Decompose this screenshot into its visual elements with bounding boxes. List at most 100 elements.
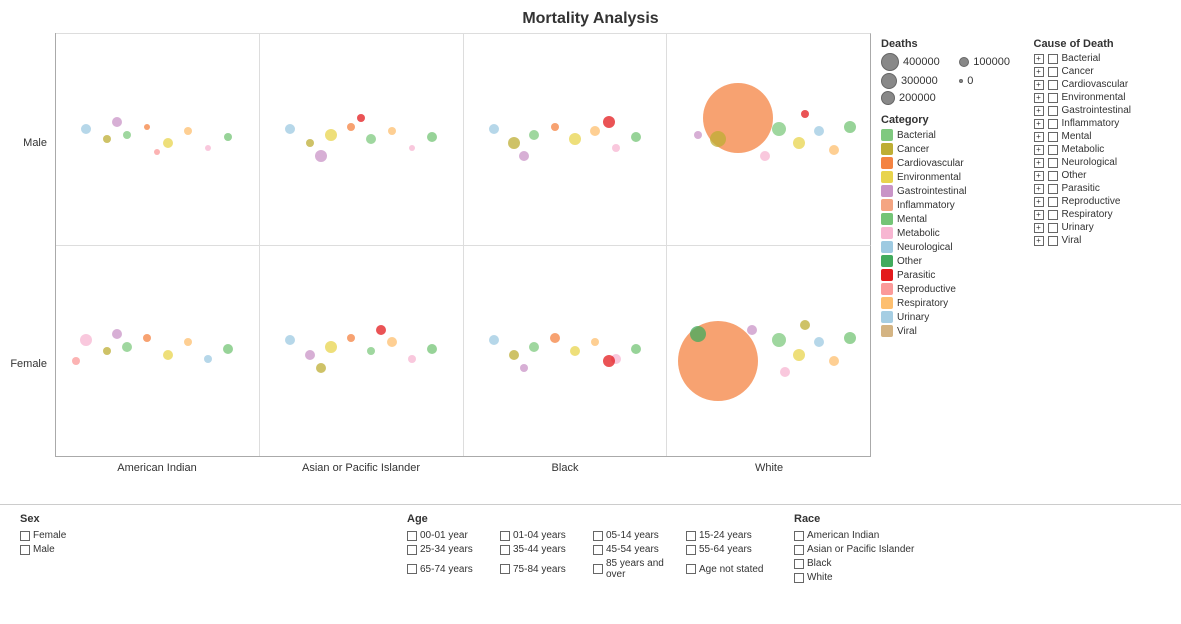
category-swatch: [881, 185, 893, 197]
race-filter-item[interactable]: American Indian: [794, 530, 1161, 541]
age-checkbox[interactable]: [407, 531, 417, 541]
age-filter-item[interactable]: 85 years and over: [593, 558, 681, 580]
checkbox-icon[interactable]: [1048, 210, 1058, 220]
category-legend-item: Mental: [881, 213, 1024, 225]
race-checkbox[interactable]: [794, 559, 804, 569]
expand-icon[interactable]: +: [1034, 145, 1044, 155]
data-dot: [366, 134, 376, 144]
category-legend-item: Urinary: [881, 311, 1024, 323]
cause-label: Mental: [1062, 131, 1092, 142]
category-legend-item: Respiratory: [881, 297, 1024, 309]
race-filter-item[interactable]: Asian or Pacific Islander: [794, 544, 1161, 555]
category-label: Inflammatory: [897, 200, 955, 211]
cause-label: Bacterial: [1062, 53, 1101, 64]
race-checkbox[interactable]: [794, 531, 804, 541]
age-checkbox[interactable]: [686, 564, 696, 574]
checkbox-icon[interactable]: [1048, 119, 1058, 129]
checkbox-icon[interactable]: [1048, 106, 1058, 116]
age-checkbox[interactable]: [407, 545, 417, 555]
y-axis-labels: Male Female: [0, 33, 55, 474]
category-legend-item: Metabolic: [881, 227, 1024, 239]
checkbox-icon[interactable]: [1048, 132, 1058, 142]
data-dot: [163, 350, 173, 360]
size-label-100k: 100000: [973, 56, 1010, 68]
main-area: Male Female American Indian Asian or Pac…: [0, 33, 1181, 504]
age-filter-item[interactable]: 05-14 years: [593, 530, 681, 541]
size-circle-400k: [881, 53, 899, 71]
age-filter-item[interactable]: 65-74 years: [407, 558, 495, 580]
data-dot: [814, 337, 824, 347]
expand-icon[interactable]: +: [1034, 184, 1044, 194]
expand-icon[interactable]: +: [1034, 67, 1044, 77]
sex-filter-item[interactable]: Male: [20, 544, 387, 555]
age-checkbox[interactable]: [500, 545, 510, 555]
age-filter-item[interactable]: 25-34 years: [407, 544, 495, 555]
bottom-panel: Sex FemaleMale Age 00-01 year01-04 years…: [0, 504, 1181, 624]
checkbox-icon[interactable]: [1048, 184, 1058, 194]
sex-checkbox[interactable]: [20, 545, 30, 555]
age-checkbox[interactable]: [593, 564, 603, 574]
checkbox-icon[interactable]: [1048, 54, 1058, 64]
age-filter-item[interactable]: 55-64 years: [686, 544, 774, 555]
checkbox-icon[interactable]: [1048, 145, 1058, 155]
age-filter-item[interactable]: 45-54 years: [593, 544, 681, 555]
expand-icon[interactable]: +: [1034, 236, 1044, 246]
age-filter-item[interactable]: 15-24 years: [686, 530, 774, 541]
age-filter-item[interactable]: 01-04 years: [500, 530, 588, 541]
age-checkbox[interactable]: [593, 531, 603, 541]
age-checkbox[interactable]: [593, 545, 603, 555]
data-dot: [520, 364, 528, 372]
checkbox-icon[interactable]: [1048, 93, 1058, 103]
cause-legend-item: +Neurological: [1034, 157, 1177, 168]
data-dot: [376, 325, 386, 335]
race-checkbox[interactable]: [794, 573, 804, 583]
data-dot: [143, 334, 151, 342]
expand-icon[interactable]: +: [1034, 93, 1044, 103]
race-filter-group: Race American IndianAsian or Pacific Isl…: [784, 513, 1171, 616]
expand-icon[interactable]: +: [1034, 197, 1044, 207]
expand-icon[interactable]: +: [1034, 171, 1044, 181]
sex-checkbox[interactable]: [20, 531, 30, 541]
data-dot: [123, 131, 131, 139]
expand-icon[interactable]: +: [1034, 54, 1044, 64]
data-dot: [103, 347, 111, 355]
age-checkbox[interactable]: [686, 545, 696, 555]
age-checkbox[interactable]: [500, 531, 510, 541]
race-label: White: [807, 572, 833, 583]
age-filter-item[interactable]: 35-44 years: [500, 544, 588, 555]
checkbox-icon[interactable]: [1048, 171, 1058, 181]
data-dot: [122, 342, 132, 352]
age-checkbox[interactable]: [686, 531, 696, 541]
expand-icon[interactable]: +: [1034, 210, 1044, 220]
expand-icon[interactable]: +: [1034, 80, 1044, 90]
size-label-200k: 200000: [899, 92, 936, 104]
expand-icon[interactable]: +: [1034, 132, 1044, 142]
category-legend-item: Neurological: [881, 241, 1024, 253]
data-dot: [591, 338, 599, 346]
age-filter-item[interactable]: 75-84 years: [500, 558, 588, 580]
age-filter-item[interactable]: 00-01 year: [407, 530, 495, 541]
deaths-legend-title: Deaths: [881, 38, 1024, 50]
race-filter-item[interactable]: Black: [794, 558, 1161, 569]
age-checkbox[interactable]: [500, 564, 510, 574]
race-filter-item[interactable]: White: [794, 572, 1161, 583]
sex-filter-item[interactable]: Female: [20, 530, 387, 541]
age-filter-item[interactable]: Age not stated: [686, 558, 774, 580]
checkbox-icon[interactable]: [1048, 67, 1058, 77]
checkbox-icon[interactable]: [1048, 223, 1058, 233]
data-dot: [550, 333, 560, 343]
checkbox-icon[interactable]: [1048, 80, 1058, 90]
expand-icon[interactable]: +: [1034, 223, 1044, 233]
category-label: Reproductive: [897, 284, 956, 295]
checkbox-icon[interactable]: [1048, 236, 1058, 246]
category-label: Bacterial: [897, 130, 936, 141]
expand-icon[interactable]: +: [1034, 158, 1044, 168]
expand-icon[interactable]: +: [1034, 119, 1044, 129]
age-checkbox[interactable]: [407, 564, 417, 574]
age-label: 25-34 years: [420, 544, 473, 555]
checkbox-icon[interactable]: [1048, 197, 1058, 207]
race-checkbox[interactable]: [794, 545, 804, 555]
expand-icon[interactable]: +: [1034, 106, 1044, 116]
checkbox-icon[interactable]: [1048, 158, 1058, 168]
age-label: 55-64 years: [699, 544, 752, 555]
